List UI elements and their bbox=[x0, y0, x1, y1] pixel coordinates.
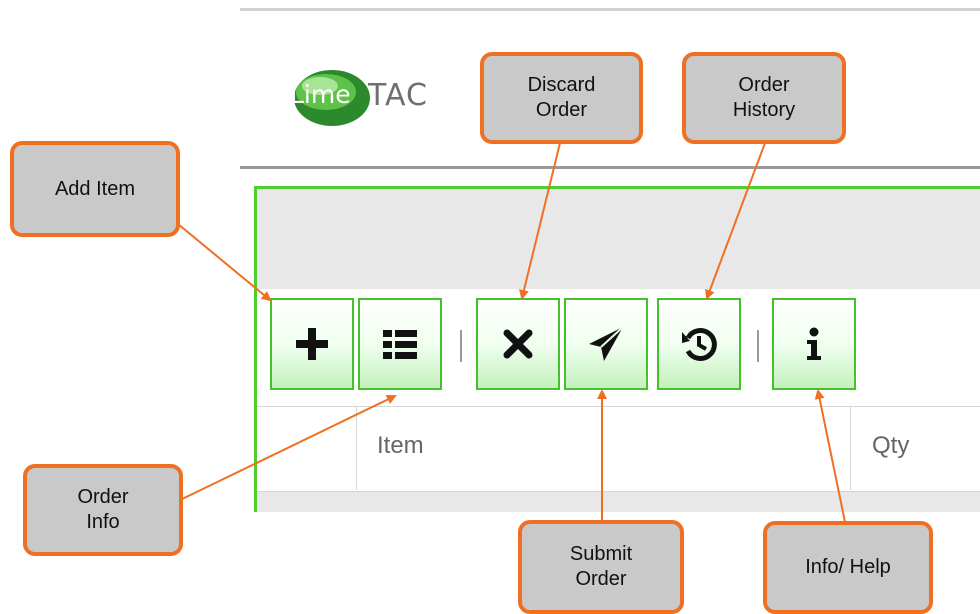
column-header-qty[interactable]: Qty bbox=[872, 432, 909, 460]
logo-lime-text: Lime bbox=[290, 80, 351, 109]
info-icon bbox=[807, 327, 821, 360]
logo-tac-text: TAC bbox=[368, 78, 428, 113]
plus-icon bbox=[296, 328, 328, 360]
toolbar-separator bbox=[757, 330, 759, 362]
callout-info-help: Info/ Help bbox=[763, 521, 933, 614]
submit-order-button[interactable] bbox=[564, 298, 648, 390]
header-divider bbox=[240, 166, 980, 169]
discard-order-button[interactable] bbox=[476, 298, 560, 390]
order-info-button[interactable] bbox=[358, 298, 442, 390]
callout-discard-order: Discard Order bbox=[480, 52, 643, 144]
add-item-button[interactable] bbox=[270, 298, 354, 390]
column-header-item[interactable]: Item bbox=[377, 432, 424, 460]
paper-plane-icon bbox=[589, 326, 624, 361]
info-help-button[interactable] bbox=[772, 298, 856, 390]
times-icon bbox=[503, 329, 533, 359]
history-icon bbox=[682, 328, 717, 361]
column-divider bbox=[850, 406, 851, 490]
toolbar-separator bbox=[460, 330, 462, 362]
column-divider bbox=[356, 406, 357, 490]
callout-submit-order: Submit Order bbox=[518, 520, 684, 614]
callout-add-item: Add Item bbox=[10, 141, 180, 237]
list-icon bbox=[383, 330, 417, 359]
callout-order-info: Order Info bbox=[23, 464, 183, 556]
callout-order-history: Order History bbox=[682, 52, 846, 144]
order-history-button[interactable] bbox=[657, 298, 741, 390]
